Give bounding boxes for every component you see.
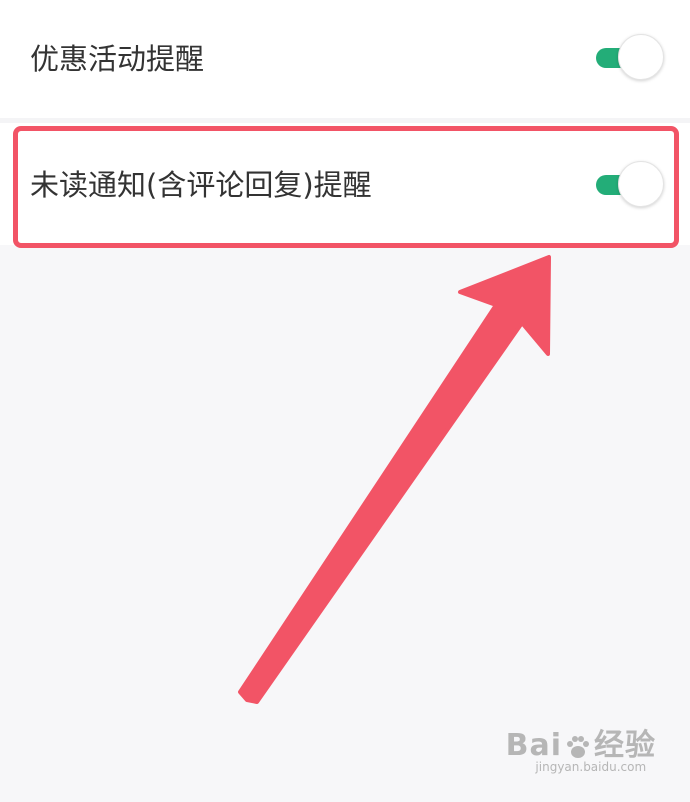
promo-reminder-toggle[interactable] — [596, 34, 664, 82]
setting-label-promo-reminder: 优惠活动提醒 — [30, 42, 205, 76]
paw-icon — [567, 735, 589, 758]
setting-row-unread-notification-reminder[interactable]: 未读通知(含评论回复)提醒 — [0, 123, 690, 241]
toggle-knob — [618, 161, 664, 207]
watermark-logo: Bai 经验 — [506, 720, 656, 764]
watermark-brand-right: 经验 — [594, 728, 656, 763]
toggle-knob — [618, 34, 664, 80]
watermark-url: jingyan.baidu.com — [535, 760, 647, 774]
baidu-jingyan-watermark: Bai 经验 jingyan.baidu.com — [506, 720, 656, 774]
setting-label-unread-notification-reminder: 未读通知(含评论回复)提醒 — [30, 168, 372, 202]
setting-row-promo-reminder[interactable]: 优惠活动提醒 — [0, 0, 690, 118]
watermark-brand-left: Bai — [505, 728, 562, 763]
settings-list: 优惠活动提醒 未读通知(含评论回复)提醒 — [0, 0, 690, 245]
unread-notification-reminder-toggle[interactable] — [596, 161, 664, 209]
